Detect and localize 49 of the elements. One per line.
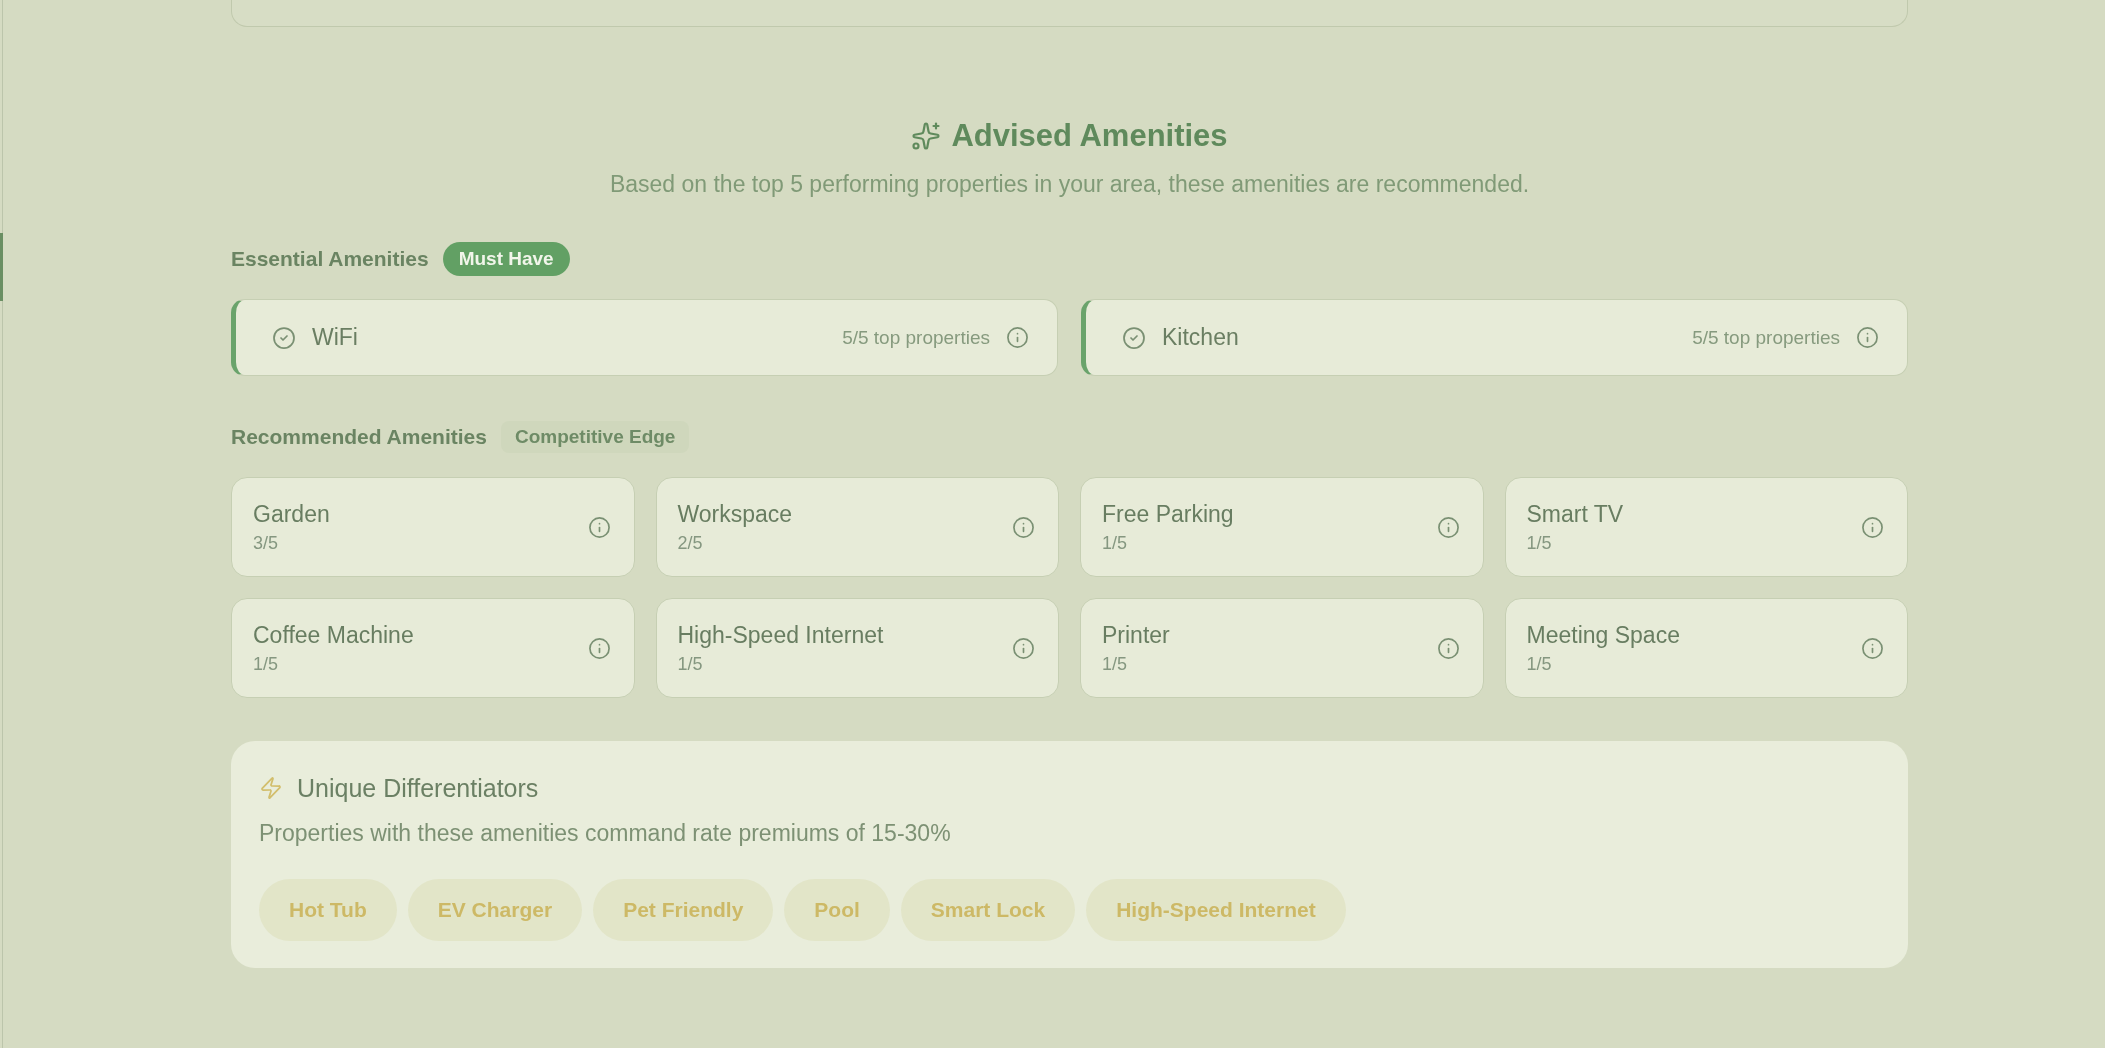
- lightning-icon: [259, 776, 283, 800]
- amenity-tag: Hot Tub: [259, 879, 397, 941]
- check-circle-icon: [1122, 325, 1146, 350]
- info-icon[interactable]: [1861, 636, 1884, 660]
- section-label: Essential Amenities: [231, 247, 429, 271]
- priority-badge: Competitive Edge: [500, 421, 690, 453]
- section-label: Recommended Amenities: [231, 425, 487, 449]
- amenity-name: Garden: [253, 500, 330, 528]
- sparkle-icon: [911, 121, 942, 151]
- amenity-tag: Pool: [784, 879, 890, 941]
- amenity-tag: Smart Lock: [900, 879, 1076, 941]
- amenity-count: 5/5 top properties: [1692, 326, 1840, 349]
- card-title: Unique Differentiators: [297, 773, 539, 803]
- info-icon[interactable]: [587, 636, 611, 660]
- amenity-name: Workspace: [677, 500, 793, 528]
- card-subtitle: Properties with these amenities command rate premiums of 15-30%: [259, 819, 951, 847]
- info-icon[interactable]: [1861, 515, 1884, 539]
- amenity-name: High-Speed Internet: [677, 621, 884, 649]
- amenity-count: 3/5: [253, 532, 279, 554]
- info-icon[interactable]: [1436, 636, 1460, 660]
- active-indicator: [0, 233, 3, 301]
- amenity-count: 5/5 top properties: [842, 326, 990, 349]
- amenity-count: 1/5: [1526, 653, 1552, 675]
- amenity-name: Free Parking: [1102, 500, 1234, 528]
- page-subtitle: Based on the top 5 performing properties in your area, these amenities are recommended.: [609, 170, 1530, 198]
- info-icon[interactable]: [1436, 515, 1460, 539]
- info-icon[interactable]: [1006, 326, 1029, 349]
- priority-badge: Must Have: [442, 242, 570, 276]
- amenity-count: 1/5: [1102, 532, 1128, 554]
- amenity-name: Kitchen: [1162, 324, 1239, 351]
- amenity-count: 1/5: [1526, 532, 1552, 554]
- info-icon[interactable]: [587, 515, 611, 539]
- amenity-count: 1/5: [253, 653, 279, 675]
- amenity-tag: High-Speed Internet: [1086, 879, 1346, 941]
- amenity-name: Smart TV: [1526, 500, 1624, 528]
- amenity-name: WiFi: [312, 324, 358, 351]
- check-circle-icon: [272, 325, 296, 350]
- amenity-count: 1/5: [1102, 653, 1128, 675]
- amenity-name: Meeting Space: [1526, 621, 1680, 649]
- amenity-tag: Pet Friendly: [593, 879, 774, 941]
- info-icon[interactable]: [1012, 515, 1035, 539]
- amenity-name: Coffee Machine: [253, 621, 414, 649]
- amenity-count: 1/5: [677, 653, 703, 675]
- amenity-name: Printer: [1102, 621, 1170, 649]
- info-icon[interactable]: [1856, 326, 1879, 349]
- amenity-tag: EV Charger: [407, 879, 583, 941]
- amenity-count: 2/5: [677, 532, 703, 554]
- info-icon[interactable]: [1012, 636, 1035, 660]
- page-title: Advised Amenities: [951, 117, 1228, 155]
